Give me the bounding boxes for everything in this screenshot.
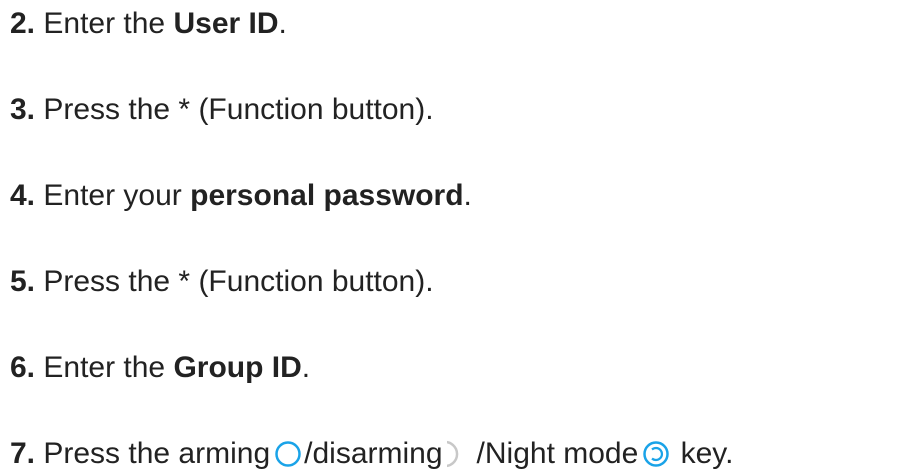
step-6: 6. Enter the Group ID . [10, 350, 310, 386]
step-number: 6. [10, 351, 36, 384]
step-bold-term: personal password [190, 179, 464, 212]
step-number: 3. [10, 93, 36, 126]
step-number: 7. [10, 437, 36, 470]
step-4: 4. Enter your personal password . [10, 178, 472, 214]
step-5: 5. Press the * (Function button). [10, 264, 434, 300]
step-number: 2. [10, 7, 36, 40]
night-mode-icon [642, 440, 670, 468]
step-text-end: . [278, 7, 287, 40]
step-text: Enter the [43, 351, 166, 384]
step-bold-term: User ID [173, 7, 279, 40]
step-text: Press the arming [43, 437, 271, 470]
step-text: Enter your [43, 179, 182, 212]
step-text: Press the * (Function button). [43, 265, 434, 298]
step-text-mid: /disarming [304, 437, 443, 470]
step-3: 3. Press the * (Function button). [10, 92, 434, 128]
step-text: Enter the [43, 7, 166, 40]
step-2: 2. Enter the User ID . [10, 6, 287, 42]
disarming-crescent-icon [446, 440, 475, 468]
step-text-mid: /Night mode [476, 437, 639, 470]
step-text-end: key. [680, 437, 734, 470]
step-text-end: . [301, 351, 311, 384]
arming-circle-icon [274, 440, 302, 468]
step-text: Press the * (Function button). [43, 93, 434, 126]
step-bold-term: Group ID [173, 351, 302, 384]
step-number: 5. [10, 265, 36, 298]
step-text-end: . [463, 179, 472, 212]
step-7: 7. Press the arming /disarming /Night mo… [10, 436, 733, 472]
step-number: 4. [10, 179, 36, 212]
